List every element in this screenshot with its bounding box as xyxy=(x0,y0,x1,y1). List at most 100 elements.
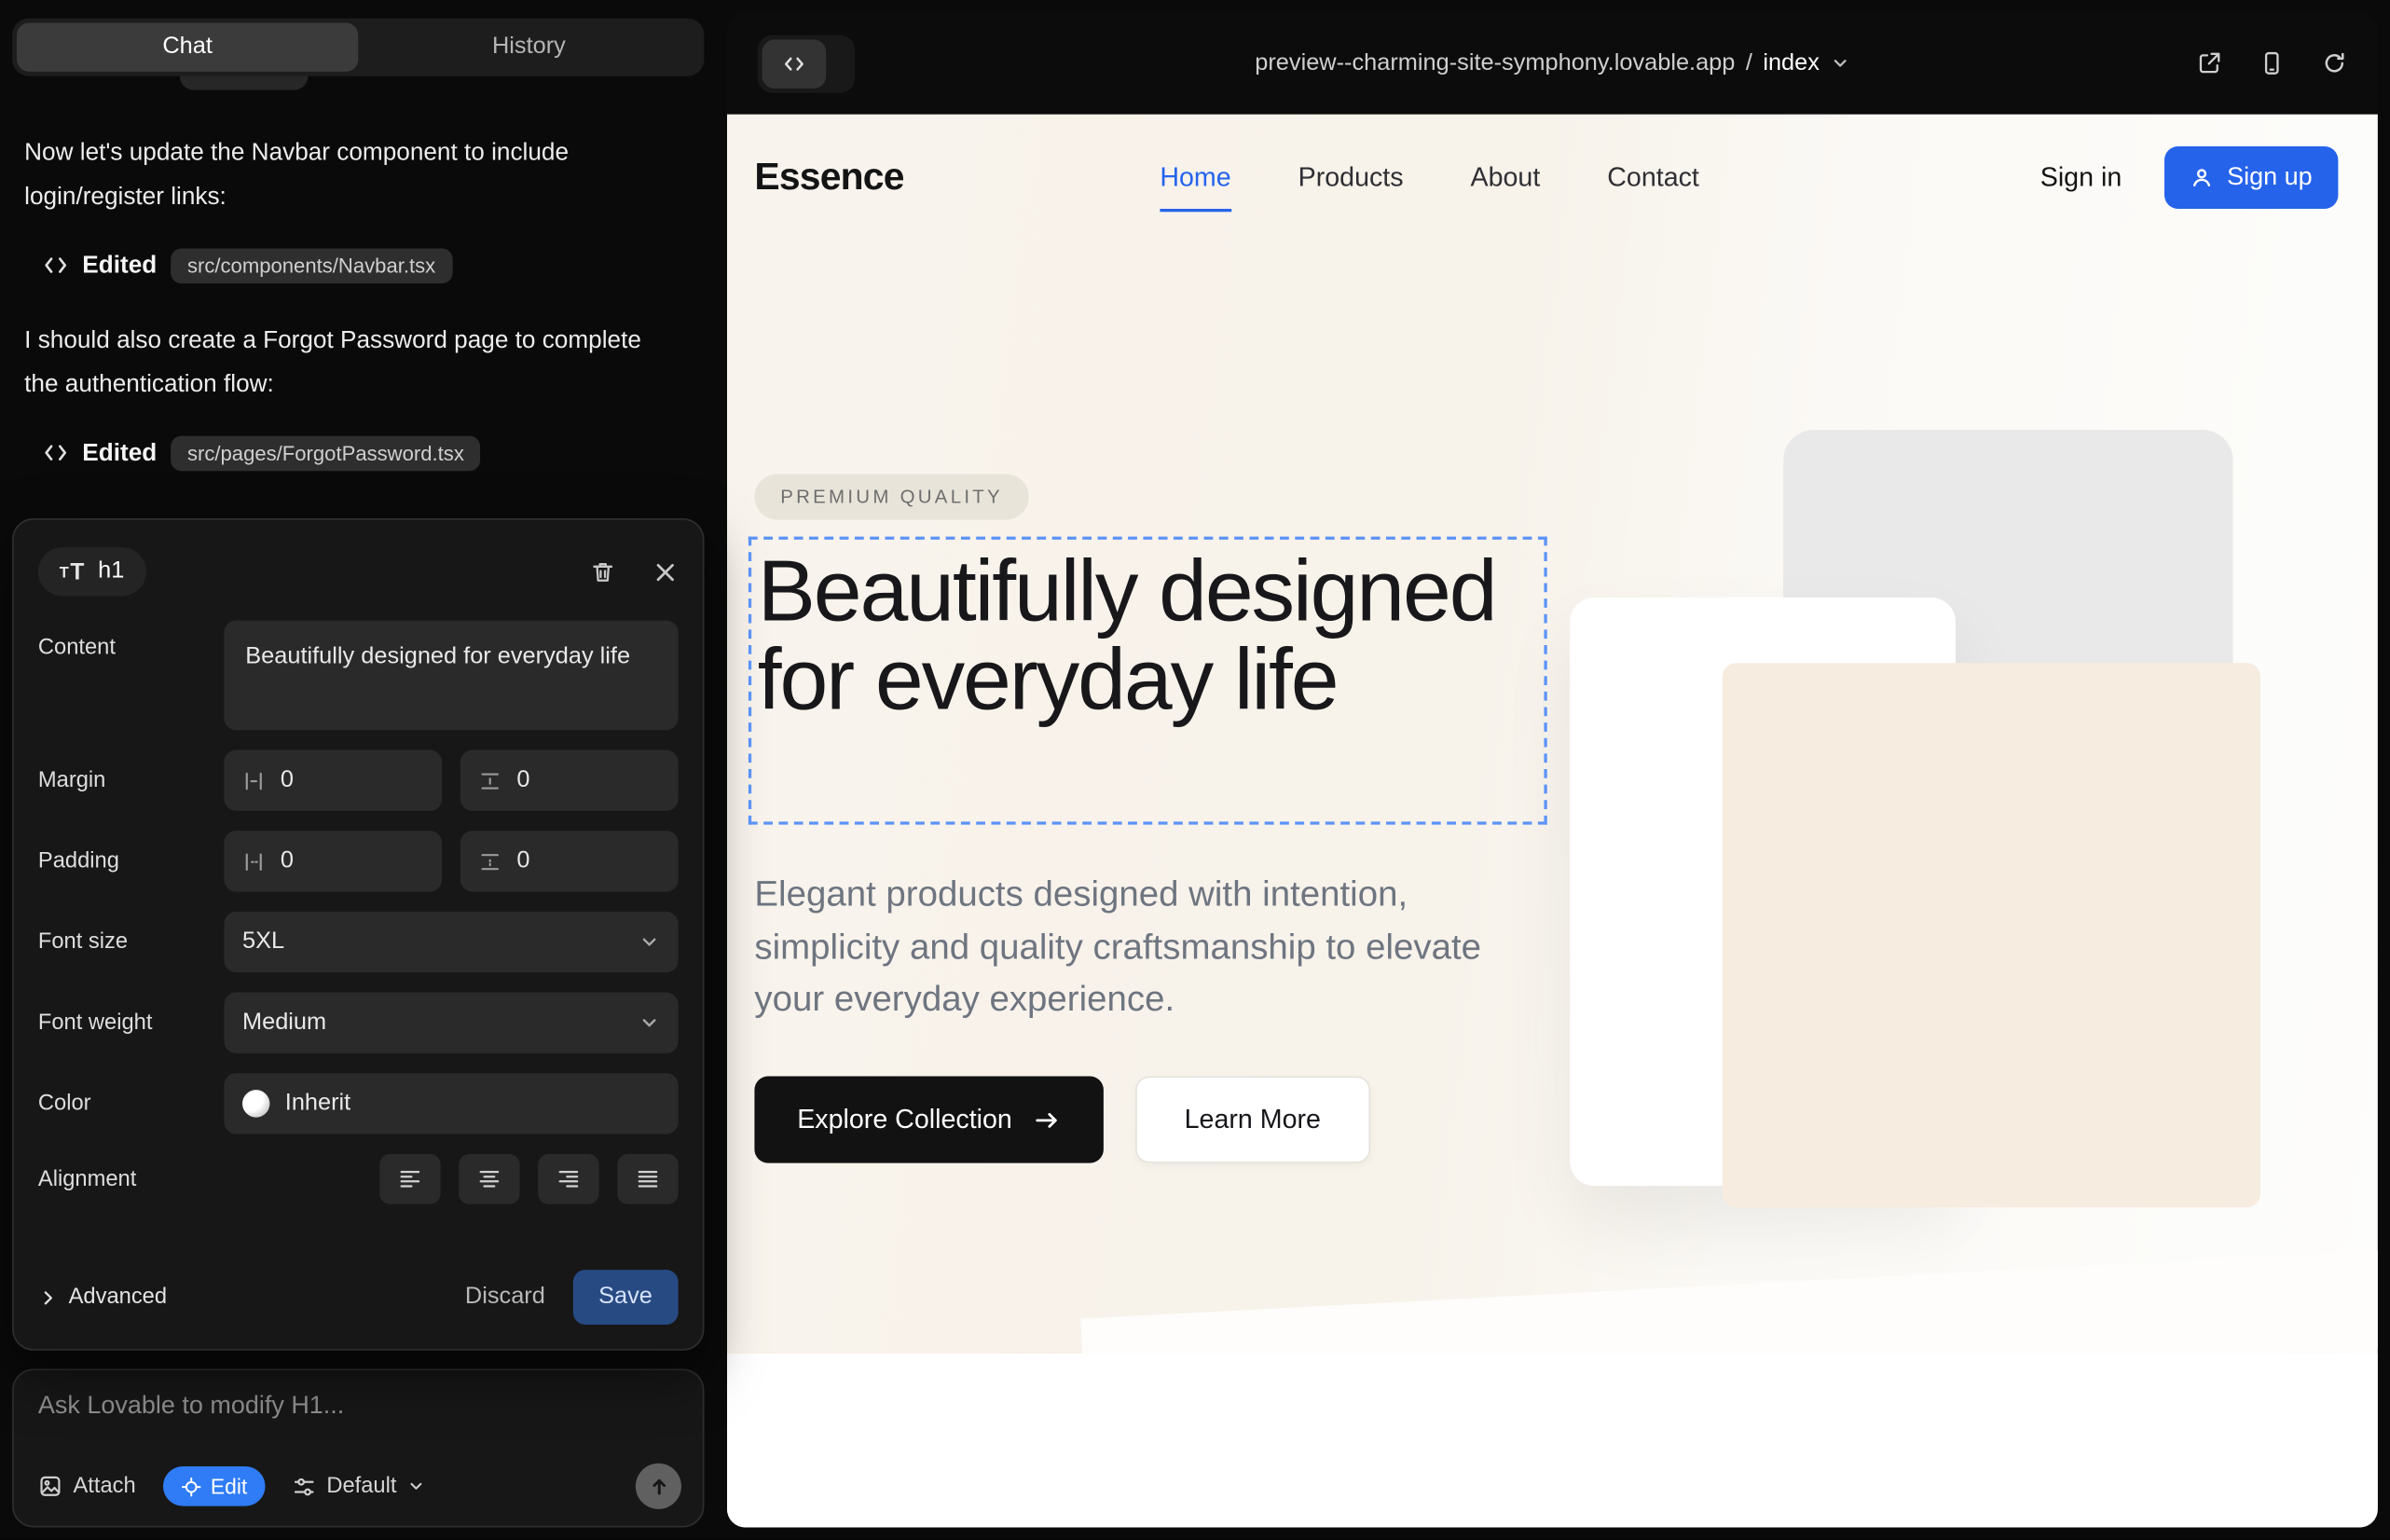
arrow-up-icon xyxy=(647,1475,670,1498)
refresh-icon xyxy=(2321,50,2347,76)
chat-composer: Attach Edit Default xyxy=(12,1368,704,1527)
chevron-down-icon xyxy=(639,931,660,953)
padding-horizontal-input[interactable]: 0 xyxy=(224,831,442,891)
font-size-label: Font size xyxy=(38,929,224,954)
margin-vertical-value: 0 xyxy=(516,767,529,794)
code-view-button[interactable] xyxy=(762,39,827,88)
chat-message: I should also create a Forgot Password p… xyxy=(24,319,670,407)
preview-url[interactable]: preview--charming-site-symphony.lovable.… xyxy=(1255,49,1849,76)
padding-vertical-icon xyxy=(478,850,501,873)
element-editor-panel: TT h1 Content xyxy=(12,518,704,1351)
align-center-icon xyxy=(477,1168,501,1191)
composer-input[interactable] xyxy=(38,1392,679,1421)
lovable-app-window: Chat History Now let's update the Navbar… xyxy=(0,0,2390,1540)
align-right-icon xyxy=(556,1168,581,1191)
font-size-value: 5XL xyxy=(242,928,284,956)
sign-in-link[interactable]: Sign in xyxy=(2040,161,2122,193)
view-toggle-spacer xyxy=(826,39,850,88)
premium-quality-badge: PREMIUM QUALITY xyxy=(754,474,1028,520)
edited-file-row[interactable]: Edited src/pages/ForgotPassword.tsx xyxy=(43,436,481,472)
model-default-selector[interactable]: Default xyxy=(293,1474,425,1498)
chat-sidebar: Chat History Now let's update the Navbar… xyxy=(0,0,727,1540)
color-label: Color xyxy=(38,1092,224,1116)
user-icon xyxy=(2191,165,2214,188)
align-left-button[interactable] xyxy=(379,1154,440,1204)
attach-button[interactable]: Attach xyxy=(38,1474,136,1498)
hero-paragraph: Elegant products designed with intention… xyxy=(754,867,1504,1024)
below-hero-section xyxy=(727,1354,2378,1527)
sidebar-tab-bar: Chat History xyxy=(12,19,704,76)
advanced-toggle[interactable]: Advanced xyxy=(38,1285,167,1309)
code-icon xyxy=(43,253,69,279)
alignment-label: Alignment xyxy=(38,1167,224,1191)
chevron-down-icon xyxy=(1830,53,1849,73)
content-label: Content xyxy=(38,621,224,661)
padding-vertical-value: 0 xyxy=(516,847,529,874)
font-weight-value: Medium xyxy=(242,1010,326,1037)
margin-horizontal-value: 0 xyxy=(281,767,294,794)
site-nav-links: Home Products About Contact xyxy=(1160,161,1699,193)
learn-more-label: Learn More xyxy=(1185,1104,1321,1135)
explore-collection-label: Explore Collection xyxy=(797,1104,1012,1135)
preview-toolbar: preview--charming-site-symphony.lovable.… xyxy=(727,12,2378,115)
edited-file-badge[interactable]: src/pages/ForgotPassword.tsx xyxy=(171,436,481,472)
margin-vertical-input[interactable]: 0 xyxy=(460,750,679,811)
content-input[interactable]: Beautifully designed for everyday life xyxy=(224,621,678,731)
discard-button[interactable]: Discard xyxy=(465,1284,545,1311)
site-logo[interactable]: Essence xyxy=(754,155,903,199)
edited-file-badge[interactable]: src/components/Navbar.tsx xyxy=(171,249,452,284)
send-button[interactable] xyxy=(636,1464,681,1509)
tab-chat[interactable]: Chat xyxy=(17,23,358,72)
align-right-button[interactable] xyxy=(538,1154,598,1204)
margin-label: Margin xyxy=(38,768,224,792)
default-label: Default xyxy=(326,1474,396,1498)
edit-mode-button[interactable]: Edit xyxy=(163,1466,266,1506)
open-external-button[interactable] xyxy=(2196,50,2222,76)
font-weight-select[interactable]: Medium xyxy=(224,993,678,1053)
margin-vertical-icon xyxy=(478,769,501,792)
sign-up-button[interactable]: Sign up xyxy=(2164,145,2338,208)
refresh-button[interactable] xyxy=(2321,50,2347,76)
selection-outline[interactable]: Beautifully designed for everyday life xyxy=(749,537,1547,825)
close-icon xyxy=(652,558,679,584)
color-swatch xyxy=(242,1090,269,1117)
delete-element-button[interactable] xyxy=(590,558,616,584)
preview-page: index xyxy=(1763,49,1820,76)
nav-link-products[interactable]: Products xyxy=(1298,161,1404,193)
learn-more-button[interactable]: Learn More xyxy=(1135,1076,1369,1162)
preview-domain: preview--charming-site-symphony.lovable.… xyxy=(1255,49,1735,76)
nav-link-home[interactable]: Home xyxy=(1160,161,1230,193)
nav-link-about[interactable]: About xyxy=(1471,161,1541,193)
mobile-view-button[interactable] xyxy=(2259,50,2285,76)
code-toggle-icon xyxy=(782,51,806,76)
padding-vertical-input[interactable]: 0 xyxy=(460,831,679,891)
crosshair-icon xyxy=(182,1477,201,1496)
chevron-right-icon xyxy=(38,1287,58,1307)
url-separator: / xyxy=(1746,49,1752,76)
explore-collection-button[interactable]: Explore Collection xyxy=(754,1076,1104,1162)
code-icon xyxy=(43,441,69,467)
padding-horizontal-icon xyxy=(242,850,266,873)
edited-file-row[interactable]: Edited src/components/Navbar.tsx xyxy=(43,249,452,284)
external-link-icon xyxy=(2196,50,2222,76)
close-editor-button[interactable] xyxy=(652,558,679,584)
align-justify-button[interactable] xyxy=(617,1154,678,1204)
hero-cta-row: Explore Collection Learn More xyxy=(754,1076,1369,1162)
align-justify-icon xyxy=(636,1168,660,1191)
nav-link-contact[interactable]: Contact xyxy=(1607,161,1699,193)
text-size-icon: TT xyxy=(60,560,85,584)
font-size-select[interactable]: 5XL xyxy=(224,912,678,972)
edited-label: Edited xyxy=(82,253,157,280)
padding-label: Padding xyxy=(38,849,224,873)
sliders-icon xyxy=(293,1475,316,1498)
arrow-right-icon xyxy=(1034,1107,1061,1132)
save-button[interactable]: Save xyxy=(572,1270,678,1325)
view-mode-toggle xyxy=(758,34,856,92)
font-weight-label: Font weight xyxy=(38,1011,224,1035)
hero-heading[interactable]: Beautifully designed for everyday life xyxy=(758,547,1545,724)
tab-history[interactable]: History xyxy=(358,23,699,72)
margin-horizontal-input[interactable]: 0 xyxy=(224,750,442,811)
advanced-label: Advanced xyxy=(69,1285,167,1309)
align-center-button[interactable] xyxy=(459,1154,519,1204)
color-picker[interactable]: Inherit xyxy=(224,1073,678,1134)
